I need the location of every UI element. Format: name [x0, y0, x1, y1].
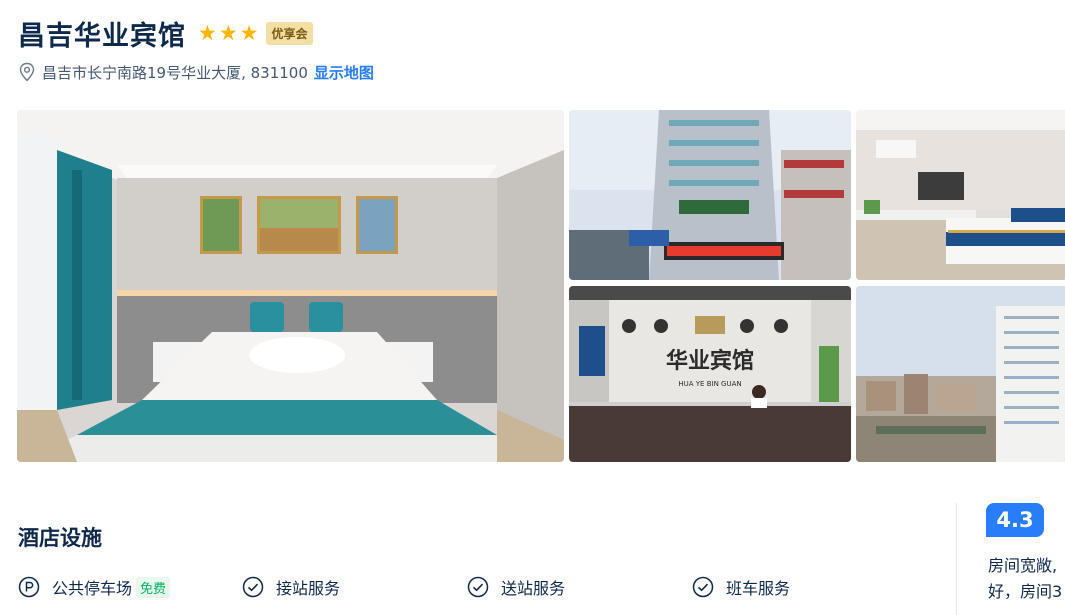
facility-label: 班车服务: [726, 579, 791, 598]
lobby-sign: 华业宾馆: [666, 348, 754, 374]
parking-icon: [18, 576, 40, 598]
show-map-link[interactable]: 显示地图: [314, 62, 374, 83]
facility-dropoff: 送站服务: [467, 572, 565, 602]
check-circle-icon: [467, 576, 489, 598]
photo-gallery: 华业宾馆 HUA YE BIN GUAN: [17, 110, 1065, 462]
free-tag: 免费: [136, 576, 171, 598]
divider: [956, 503, 957, 615]
lobby-sign-pinyin: HUA YE BIN GUAN: [678, 380, 741, 388]
star-icon: ★: [198, 20, 217, 45]
facility-label: 送站服务: [501, 579, 566, 598]
photo-room-main[interactable]: [17, 110, 564, 462]
hotel-name: 昌吉华业宾馆: [18, 20, 186, 52]
facility-pickup: 接站服务: [242, 572, 340, 602]
facility-shuttle: 班车服务: [692, 572, 790, 602]
facilities-list: 公共停车场 免费 接站服务 送站服务 班车服务: [18, 572, 918, 602]
star-icon: ★: [239, 20, 259, 45]
address-row: 昌吉市长宁南路19号华业大厦, 831100 显示地图: [18, 60, 374, 84]
facility-label: 公共停车场: [52, 579, 133, 598]
facility-parking: 公共停车场 免费: [18, 572, 171, 602]
photo-room-twin[interactable]: [856, 110, 1065, 280]
hotel-header: 昌吉华业宾馆 ★ ★ ★ 优享会: [18, 12, 313, 54]
facilities-title: 酒店设施: [18, 526, 102, 550]
check-circle-icon: [242, 576, 264, 598]
photo-exterior[interactable]: [569, 110, 851, 280]
review-line: 房间宽敞,: [988, 556, 1058, 575]
hotel-address: 昌吉市长宁南路19号华业大厦, 831100: [42, 63, 308, 82]
photo-city-view[interactable]: [856, 286, 1065, 462]
member-badge[interactable]: 优享会: [266, 21, 313, 45]
rating-score-badge[interactable]: 4.3: [986, 503, 1044, 537]
check-circle-icon: [692, 576, 714, 598]
star-icon: ★: [218, 20, 238, 45]
review-line: 好，房间3: [988, 582, 1063, 601]
photo-lobby[interactable]: 华业宾馆 HUA YE BIN GUAN: [569, 286, 851, 462]
location-pin-icon: [19, 62, 35, 82]
star-rating: ★ ★ ★: [198, 20, 259, 45]
review-snippet[interactable]: 房间宽敞, 好，房间3: [988, 553, 1065, 605]
facility-label: 接站服务: [276, 579, 341, 598]
